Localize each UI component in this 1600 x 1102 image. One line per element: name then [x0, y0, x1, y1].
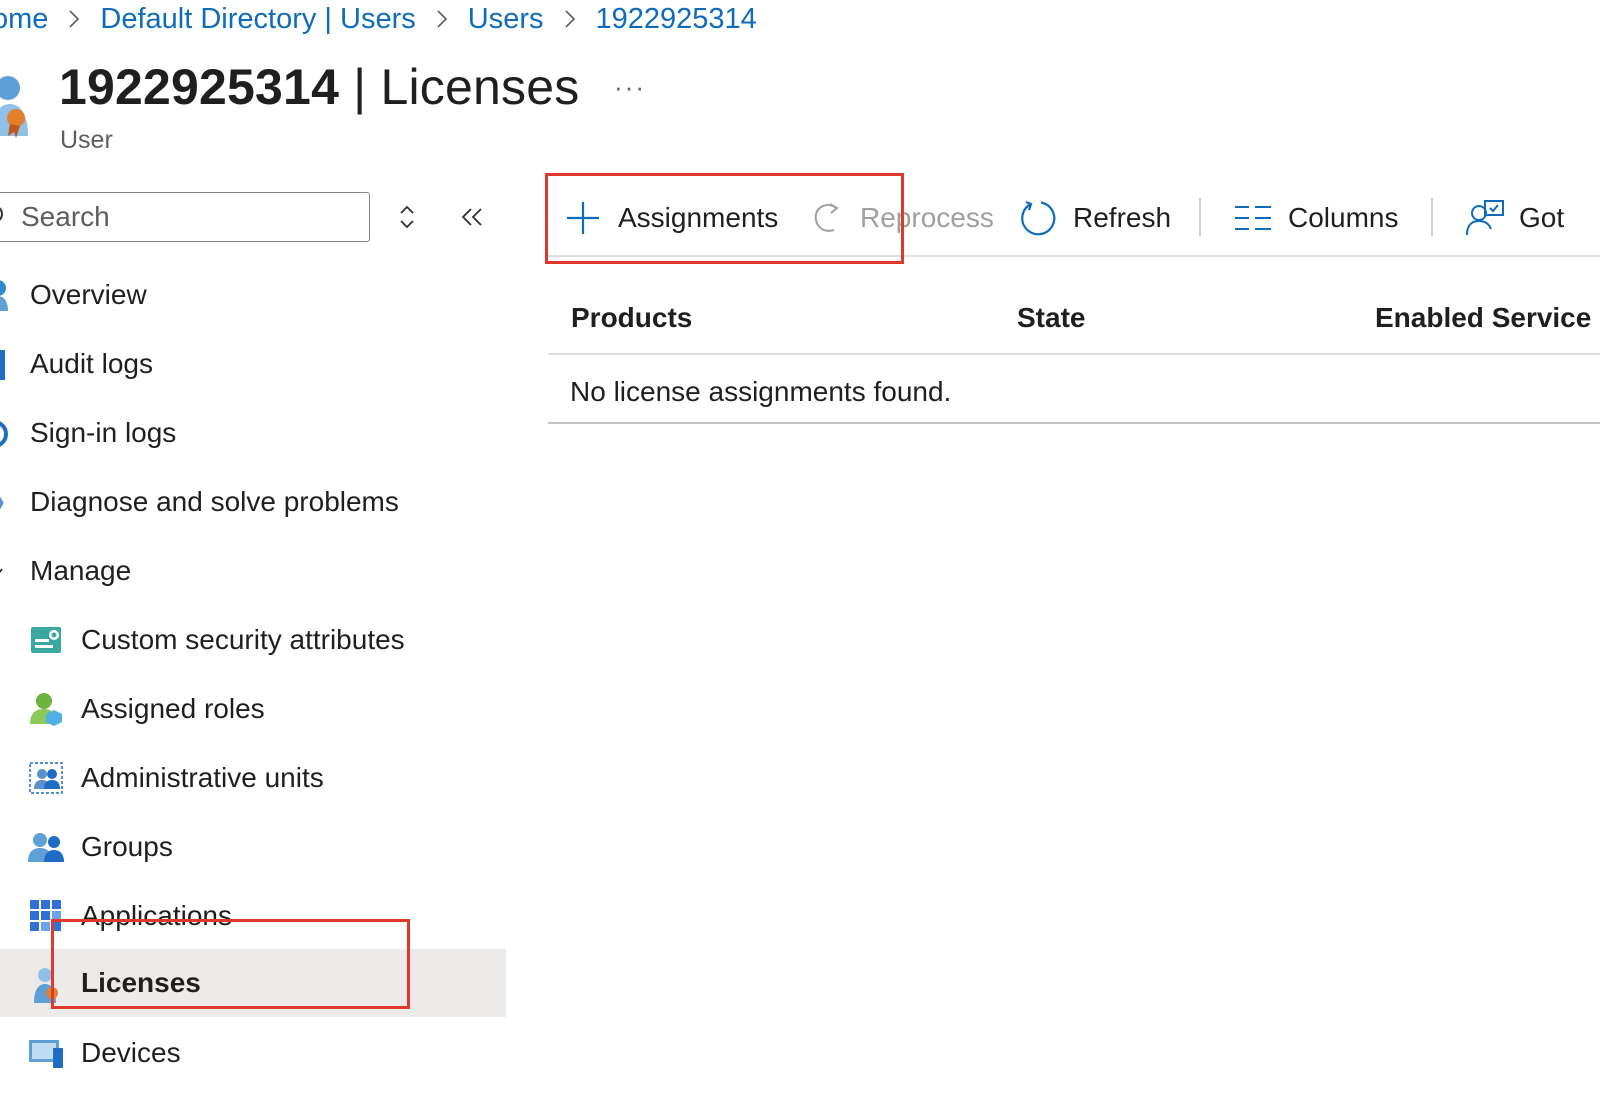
chevron-right-icon — [68, 9, 80, 29]
sidebar-item-label: Assigned roles — [81, 693, 265, 724]
column-header-products[interactable]: Products — [571, 302, 692, 334]
applications-grid-icon — [30, 900, 64, 939]
sidebar-item-groups[interactable]: Groups — [0, 814, 506, 880]
reprocess-label: Reprocess — [860, 202, 994, 233]
sidebar-item-label: Administrative units — [81, 762, 324, 793]
refresh-label: Refresh — [1073, 202, 1172, 233]
sidebar-item-label: Audit logs — [30, 348, 153, 379]
sidebar-item-licenses[interactable]: Licenses — [0, 949, 506, 1017]
reprocess-button[interactable]: Reprocess — [812, 190, 994, 246]
collapse-menu-button[interactable] — [456, 202, 488, 232]
sort-toggle-button[interactable] — [394, 202, 420, 232]
page-title: 1922925314 | Licenses — [59, 58, 579, 116]
devices-icon — [29, 1038, 65, 1077]
security-attributes-icon — [30, 625, 64, 662]
page-subtitle: User — [60, 126, 113, 154]
sidebar-item-administrative-units[interactable]: Administrative units — [0, 745, 506, 811]
chevron-right-icon — [564, 9, 576, 29]
columns-icon — [1234, 205, 1272, 231]
breadcrumb-users[interactable]: Users — [468, 3, 544, 36]
sidebar-item-devices[interactable]: Devices — [0, 1020, 506, 1086]
sidebar-item-label: Diagnose and solve problems — [30, 486, 399, 517]
got-feedback-button[interactable]: Got — [1465, 190, 1564, 246]
search-input[interactable] — [0, 200, 353, 234]
sidebar-item-label: Licenses — [81, 967, 201, 998]
toolbar-divider-line — [548, 255, 1600, 257]
sidebar-item-diagnose[interactable]: Diagnose and solve problems — [0, 469, 506, 535]
columns-button[interactable]: Columns — [1234, 190, 1398, 246]
sidebar-item-label: Applications — [81, 900, 232, 931]
breadcrumb-default-directory[interactable]: Default Directory | Users — [100, 3, 415, 36]
person-icon — [0, 279, 10, 320]
wrench-icon — [0, 485, 10, 526]
sidebar-item-custom-security-attributes[interactable]: Custom security attributes — [0, 607, 506, 673]
sidebar-item-label: Devices — [81, 1037, 181, 1068]
sidebar-item-label: Groups — [81, 831, 173, 862]
search-box — [0, 192, 370, 242]
got-label: Got — [1519, 202, 1565, 233]
redo-icon — [812, 200, 842, 236]
more-options-button[interactable]: ··· — [614, 72, 646, 103]
sidebar-item-label: Overview — [30, 279, 147, 310]
toolbar-divider — [1431, 198, 1433, 236]
assignments-label: Assignments — [618, 202, 779, 233]
sidebar-group-manage[interactable]: Manage — [0, 538, 506, 604]
page-title-id: 1922925314 — [59, 59, 340, 115]
refresh-icon — [1019, 199, 1057, 237]
signin-log-icon — [0, 418, 10, 457]
empty-state-message: No license assignments found. — [570, 376, 952, 407]
user-license-icon — [0, 72, 32, 142]
add-assignments-button[interactable]: Assignments — [566, 190, 778, 246]
breadcrumb-home[interactable]: ome — [0, 3, 48, 36]
refresh-button[interactable]: Refresh — [1019, 190, 1171, 246]
groups-icon — [28, 830, 66, 871]
license-icon — [32, 967, 62, 1010]
breadcrumb-user-id[interactable]: 1922925314 — [596, 3, 757, 36]
sidebar-item-label: Custom security attributes — [81, 624, 405, 655]
page-title-section: Licenses — [380, 59, 580, 115]
sidebar-item-applications[interactable]: Applications — [0, 883, 506, 949]
search-icon — [0, 204, 12, 230]
column-header-enabled-services[interactable]: Enabled Service — [1375, 302, 1591, 334]
page-title-separator: | — [353, 59, 367, 115]
sidebar-item-label: Sign-in logs — [30, 417, 177, 448]
sidebar-item-assigned-roles[interactable]: Assigned roles — [0, 676, 506, 742]
sidebar-item-audit-logs[interactable]: Audit logs — [0, 331, 506, 397]
table-bottom-divider — [548, 422, 1600, 424]
table-header-divider — [548, 353, 1600, 355]
sidebar-item-label: Manage — [30, 555, 132, 586]
book-icon — [0, 348, 8, 389]
columns-label: Columns — [1288, 202, 1399, 233]
toolbar-divider — [1199, 198, 1201, 236]
sidebar-item-signin-logs[interactable]: Sign-in logs — [0, 400, 506, 466]
plus-icon — [566, 201, 600, 235]
feedback-person-icon — [1465, 199, 1505, 237]
administrative-units-icon — [28, 761, 66, 802]
sidebar-item-overview[interactable]: Overview — [0, 262, 506, 328]
chevron-right-icon — [436, 9, 448, 29]
breadcrumb: ome Default Directory | Users Users 1922… — [0, 0, 757, 38]
assigned-roles-icon — [28, 692, 66, 733]
chevron-down-icon — [0, 560, 8, 592]
column-header-state[interactable]: State — [1017, 302, 1085, 334]
